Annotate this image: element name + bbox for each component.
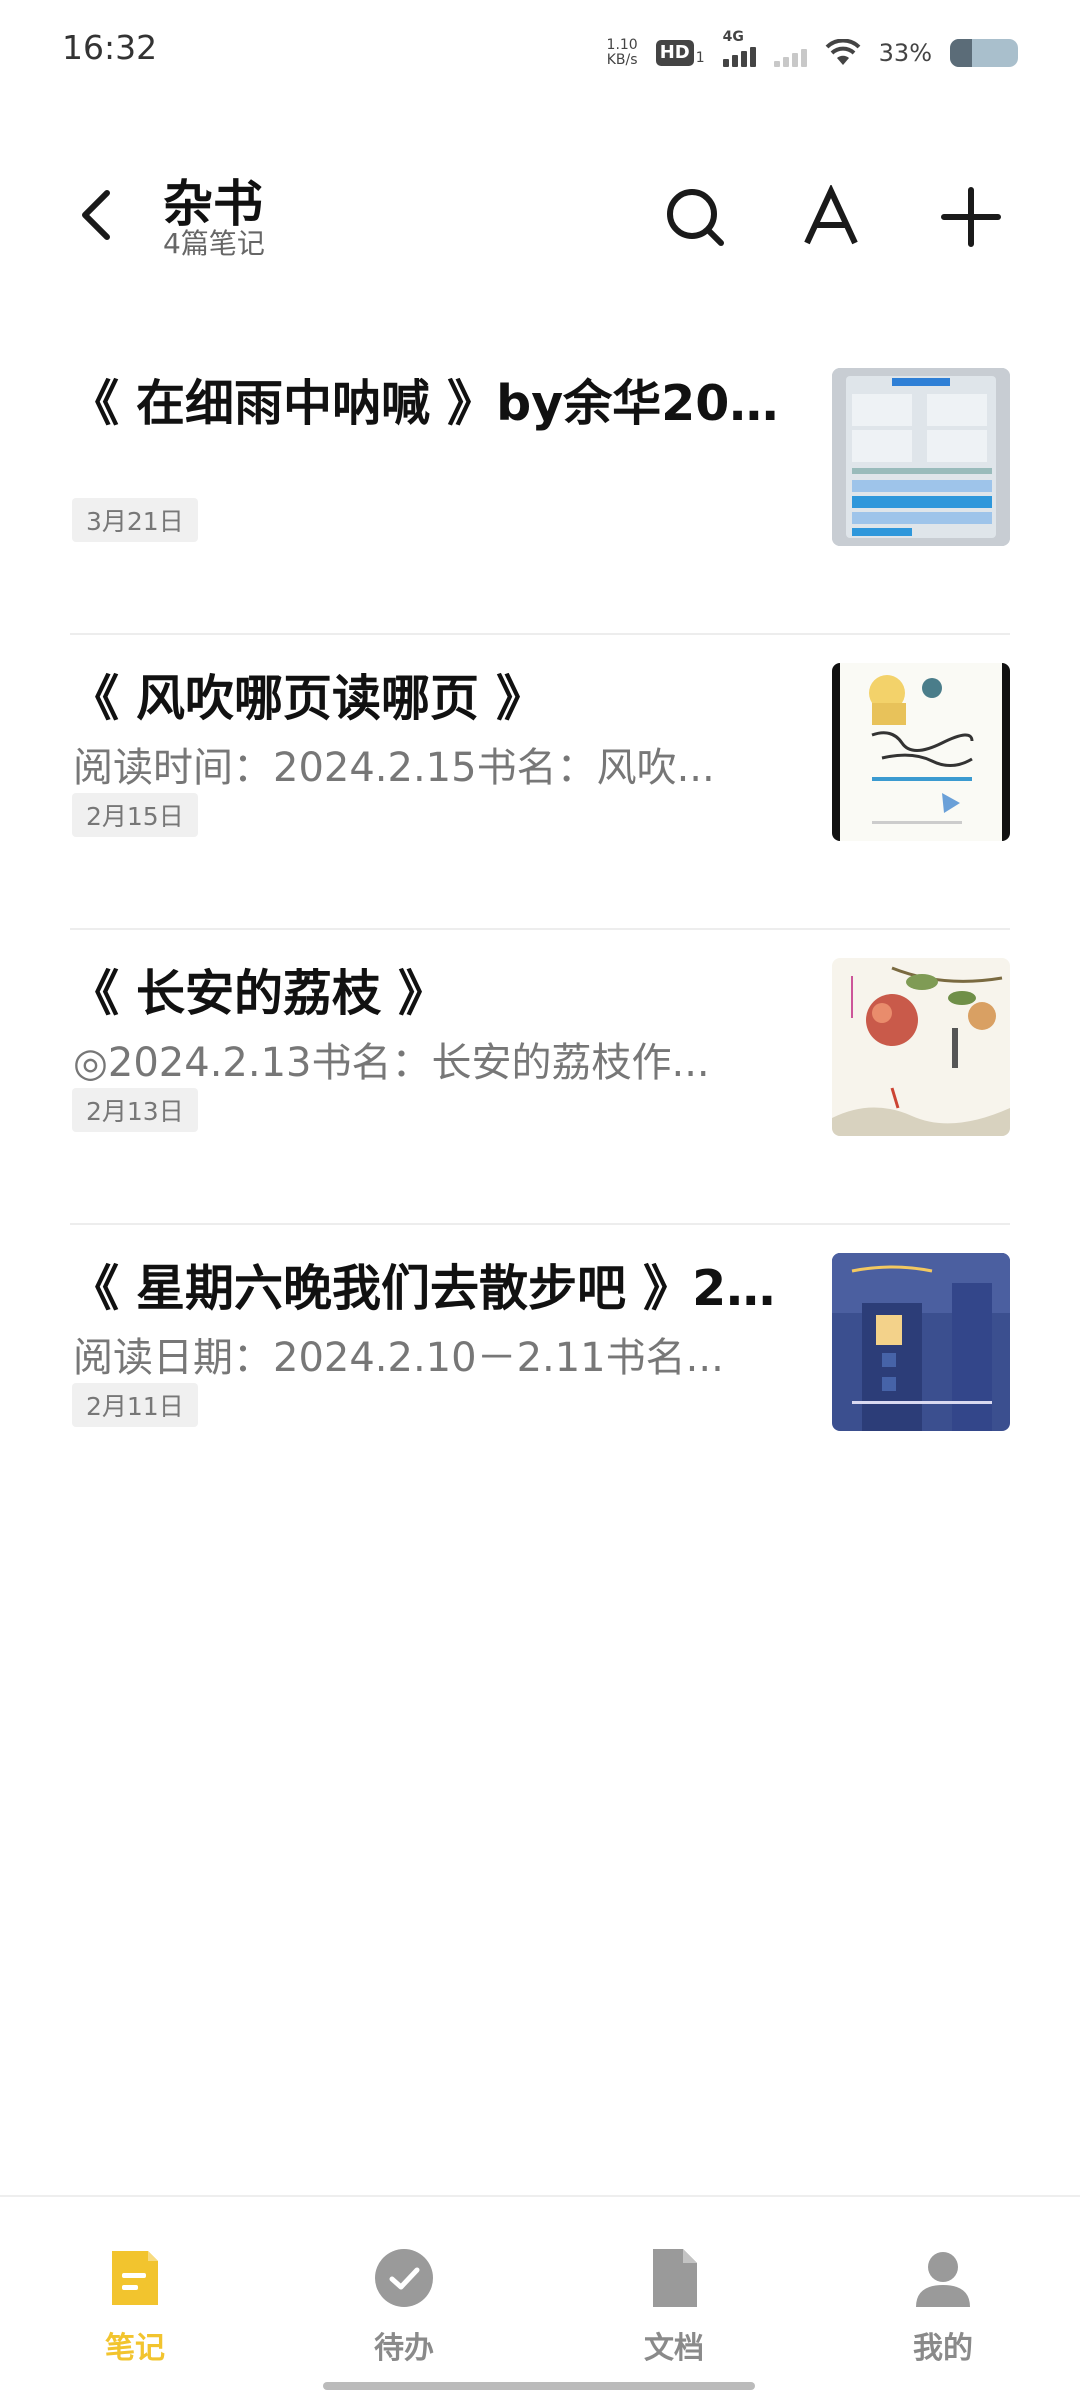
note-snippet: ◎2024.2.13书名：长安的荔枝作... — [73, 1040, 710, 1086]
note-snippet: 阅读时间：2024.2.15书名：风吹... — [73, 745, 715, 791]
note-thumbnail — [832, 368, 1010, 546]
back-button[interactable] — [60, 180, 130, 250]
book-cover-image — [832, 1253, 1010, 1431]
hd-label: HD — [655, 40, 694, 66]
hd-sub-label: 1 — [695, 50, 705, 66]
tab-todo[interactable]: 待办 — [304, 2197, 504, 2387]
note-title: 《 长安的荔枝 》 — [70, 965, 448, 1022]
book-cover-image — [832, 663, 1010, 841]
tab-documents[interactable]: 文档 — [574, 2197, 774, 2387]
note-count: 4篇笔记 — [163, 227, 265, 260]
note-item[interactable]: 《 长安的荔枝 》 ◎2024.2.13书名：长安的荔枝作... 2月13日 — [70, 930, 1010, 1225]
reading-stats-image — [832, 368, 1010, 546]
note-date: 2月15日 — [72, 793, 198, 837]
tab-notes-label: 笔记 — [105, 2331, 165, 2366]
header: 杂书 4篇笔记 — [0, 150, 1080, 280]
hd-icon: HD 1 — [655, 40, 705, 66]
note-thumbnail — [832, 958, 1010, 1136]
note-thumbnail — [832, 663, 1010, 841]
font-style-button[interactable] — [794, 180, 868, 254]
status-bar: 16:32 1.10 KB/s HD 1 4G 33% — [0, 0, 1080, 100]
cellular-signal-icon: 4G — [722, 29, 756, 67]
book-cover-image — [832, 958, 1010, 1136]
check-circle-icon — [375, 2249, 433, 2307]
battery-percent: 33% — [878, 39, 932, 67]
note-item[interactable]: 《 风吹哪页读哪页 》 阅读时间：2024.2.15书名：风吹... 2月15日 — [70, 635, 1010, 930]
secondary-signal-icon — [773, 39, 807, 67]
add-note-button[interactable] — [934, 180, 1008, 254]
note-date: 2月13日 — [72, 1088, 198, 1132]
plus-icon — [941, 187, 1001, 247]
note-item[interactable]: 《 星期六晚我们去散步吧 》2... 阅读日期：2024.2.10－2.11书名… — [70, 1225, 1010, 1520]
search-button[interactable] — [658, 180, 732, 254]
person-icon — [916, 2252, 970, 2307]
note-title: 《 风吹哪页读哪页 》 — [70, 670, 546, 727]
tab-profile[interactable]: 我的 — [843, 2197, 1043, 2387]
wifi-icon — [825, 39, 861, 65]
note-icon — [112, 2251, 158, 2305]
note-title: 《 星期六晚我们去散步吧 》2... — [70, 1260, 780, 1317]
tab-todo-label: 待办 — [374, 2331, 434, 2366]
status-time: 16:32 — [62, 28, 158, 67]
note-title: 《 在细雨中呐喊 》by余华202... — [70, 375, 780, 432]
network-speed-value: 1.10 — [606, 37, 638, 53]
network-type-label: 4G — [722, 29, 744, 45]
note-date: 2月11日 — [72, 1383, 198, 1427]
bottom-nav: 笔记 待办 文档 我的 — [0, 2195, 1080, 2400]
tab-notes[interactable]: 笔记 — [35, 2197, 235, 2387]
chevron-left-icon — [82, 190, 110, 240]
document-icon — [653, 2249, 697, 2307]
note-item[interactable]: 《 在细雨中呐喊 》by余华202... 3月21日 — [70, 340, 1010, 635]
status-icons: 1.10 KB/s HD 1 4G 33% — [607, 29, 1018, 76]
search-icon — [667, 189, 724, 246]
network-speed: 1.10 KB/s — [607, 38, 638, 68]
network-speed-unit: KB/s — [606, 52, 638, 68]
note-date: 3月21日 — [72, 498, 198, 542]
tab-profile-label: 我的 — [913, 2331, 973, 2366]
tab-documents-label: 文档 — [644, 2331, 704, 2366]
note-thumbnail — [832, 1253, 1010, 1431]
note-list: 《 在细雨中呐喊 》by余华202... 3月21日 《 风吹哪页读哪页 》 阅… — [0, 340, 1080, 1520]
note-snippet: 阅读日期：2024.2.10－2.11书名... — [73, 1335, 724, 1381]
font-a-icon — [804, 185, 858, 245]
battery-icon — [950, 39, 1018, 67]
home-indicator[interactable] — [323, 2382, 755, 2390]
